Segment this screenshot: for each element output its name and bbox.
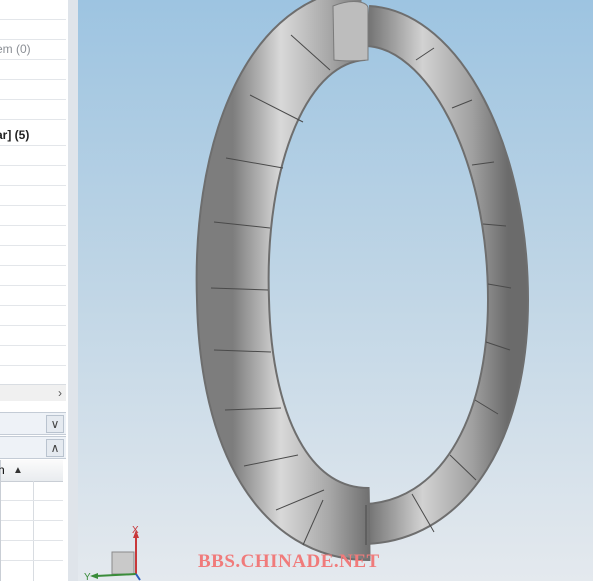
table-row[interactable] — [1, 481, 63, 501]
feature-tree: em (0) - - ar] (5) — [0, 0, 66, 386]
tree-row[interactable] — [0, 166, 66, 186]
chevron-up-icon[interactable]: ∧ — [46, 439, 64, 457]
part-navigator-panel: em (0) - - ar] (5) › ∨ ∧ n ▲ — [0, 0, 69, 581]
table-row[interactable] — [1, 541, 63, 561]
y-axis-label: Y — [84, 572, 91, 581]
tree-row[interactable] — [0, 306, 66, 326]
table-row[interactable] — [1, 501, 63, 521]
dependencies-grid: n ▲ — [0, 460, 63, 581]
tree-row[interactable] — [0, 226, 66, 246]
x-axis-label: X — [132, 525, 139, 536]
details-pane-header[interactable]: ∨ — [0, 412, 66, 435]
scroll-right-icon[interactable]: › — [58, 385, 62, 401]
tree-row[interactable] — [0, 186, 66, 206]
grid-column-label: n — [0, 460, 5, 481]
tree-row[interactable]: ar] (5) — [0, 126, 66, 146]
table-row[interactable] — [1, 521, 63, 541]
torus-model — [195, 0, 530, 562]
tree-row[interactable]: - — [0, 60, 66, 80]
tree-row[interactable] — [0, 246, 66, 266]
tree-row[interactable] — [0, 100, 66, 120]
tree-row[interactable] — [0, 286, 66, 306]
panel-splitter[interactable] — [68, 0, 78, 581]
tree-row-label: ar] (5) — [0, 128, 30, 142]
tree-row[interactable] — [0, 0, 66, 20]
horizontal-scrollbar[interactable]: › — [0, 384, 66, 401]
grid-column-header[interactable]: n ▲ — [0, 460, 63, 482]
tree-row[interactable] — [0, 346, 66, 366]
tree-row[interactable] — [0, 206, 66, 226]
tree-row[interactable] — [0, 146, 66, 166]
tree-row[interactable] — [0, 326, 66, 346]
chevron-down-icon[interactable]: ∨ — [46, 415, 64, 433]
tree-row-label: em (0) — [0, 42, 31, 56]
tree-row[interactable]: em (0) — [0, 40, 66, 60]
view-triad: X Y — [78, 520, 148, 581]
tree-row[interactable] — [0, 266, 66, 286]
tree-row[interactable] — [0, 20, 66, 40]
tree-row[interactable]: - — [0, 80, 66, 100]
axis-triad-icon: X Y — [84, 525, 141, 581]
sort-ascending-icon[interactable]: ▲ — [13, 460, 23, 481]
dependencies-pane-header[interactable]: ∧ — [0, 436, 66, 459]
watermark: BBS.CHINADE.NET — [198, 551, 380, 572]
graphics-viewport[interactable]: X Y BBS.CHINADE.NET — [78, 0, 593, 581]
tree-row[interactable] — [0, 366, 66, 386]
